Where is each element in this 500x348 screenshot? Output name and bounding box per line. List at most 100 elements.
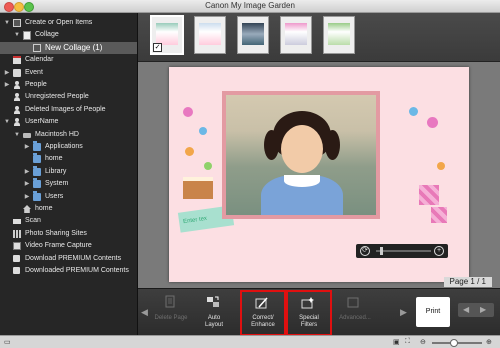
full-screen-icon[interactable]: ⛶ (405, 338, 410, 346)
sidebar-item-photo-sharing-sites[interactable]: Photo Sharing Sites (0, 228, 137, 240)
disclosure-collapsed-icon[interactable]: ▶ (4, 79, 10, 91)
advanced-label: Advanced... (339, 315, 371, 321)
special-filters-button[interactable]: Special Filters (286, 290, 332, 336)
sidebar-item-video-frame-capture[interactable]: Video Frame Capture (0, 240, 137, 252)
sidebar-item-new-collage-1[interactable]: New Collage (1) (0, 41, 137, 54)
person-icon (13, 105, 21, 114)
zoom-in-icon[interactable]: ⊕ (486, 338, 492, 346)
correct-enhance-button[interactable]: Correct/ Enhance (240, 290, 286, 336)
sidebar-item-unregistered-people[interactable]: Unregistered People (0, 91, 137, 103)
thumbnail-2[interactable] (194, 16, 226, 54)
view-mode-icon[interactable]: ▣ (393, 338, 400, 346)
disclosure-collapsed-icon[interactable]: ▶ (24, 178, 30, 190)
delete-page-button[interactable]: Delete Page (150, 293, 192, 333)
folder-icon (33, 141, 41, 151)
thumbnail-4[interactable] (280, 16, 312, 54)
disclosure-collapsed-icon[interactable]: ▶ (24, 141, 30, 153)
sidebar-item-home[interactable]: home (0, 153, 137, 165)
scroll-left-icon[interactable]: ◀ (141, 307, 148, 318)
sidebar-item-people[interactable]: ▶ People (0, 79, 137, 91)
house-icon (23, 205, 31, 213)
sidebar-item-scan[interactable]: Scan (0, 215, 137, 227)
download-icon (13, 267, 20, 274)
disclosure-collapsed-icon[interactable]: ▶ (4, 67, 10, 79)
thumbnail-image (285, 23, 307, 45)
flower-decoration (427, 117, 438, 128)
thumbnail-3[interactable] (237, 16, 269, 54)
display-size-slider-knob[interactable] (450, 339, 458, 347)
image-zoom-bar: ⟳ + (356, 244, 448, 258)
sidebar-item-event[interactable]: ▶ Event (0, 67, 137, 79)
previous-page-icon[interactable]: ◀ (463, 305, 469, 314)
display-size-slider[interactable] (432, 339, 482, 347)
sidebar-item-label: Calendar (25, 56, 54, 64)
sidebar-item-calendar[interactable]: Calendar (0, 54, 137, 66)
sidebar-item-applications[interactable]: ▶ Applications (0, 141, 137, 153)
sidebar-item-label: Users (45, 192, 64, 200)
scroll-right-icon[interactable]: ▶ (400, 307, 407, 318)
zoom-slider-knob[interactable] (380, 247, 383, 255)
advanced-icon (347, 297, 359, 308)
sidebar-item-users[interactable]: ▶ Users (0, 190, 137, 203)
toggle-sidebar-icon[interactable]: ▭ (4, 338, 11, 346)
sidebar-item-deleted-images-of-people[interactable]: Deleted Images of People (0, 104, 137, 116)
disclosure-expanded-icon[interactable]: ▼ (4, 116, 10, 128)
disclosure-collapsed-icon[interactable]: ▶ (24, 191, 30, 203)
delete-page-label: Delete Page (154, 315, 188, 321)
bottom-toolbar: ◀ Delete Page Auto Layout Correct/ Enhan… (138, 288, 500, 336)
advanced-button[interactable]: Advanced... (334, 293, 376, 333)
sidebar-item-label: Unregistered People (25, 93, 89, 101)
sidebar-item-label: Applications (45, 143, 83, 150)
folder-icon (33, 190, 41, 201)
sidebar-item-username[interactable]: ▼ UserName (0, 116, 137, 128)
print-button[interactable]: Print (416, 297, 450, 327)
sidebar-item-label: UserName (25, 118, 59, 126)
sidebar-item-macintosh-hd[interactable]: ▼ Macintosh HD (0, 129, 137, 141)
disclosure-expanded-icon[interactable]: ▼ (14, 29, 20, 41)
flower-decoration (437, 162, 445, 170)
rotate-icon[interactable]: ⟳ (360, 246, 370, 256)
thumbnail-5[interactable] (323, 16, 355, 54)
person-icon (13, 118, 21, 127)
zoom-in-icon[interactable]: + (434, 246, 444, 256)
auto-layout-button[interactable]: Auto Layout (193, 293, 235, 333)
page-nav-buttons: ◀ ▶ (458, 303, 494, 317)
disclosure-expanded-icon[interactable]: ▼ (14, 129, 20, 141)
sidebar-item-collage[interactable]: ▼ Collage (0, 29, 137, 41)
sidebar-item-system[interactable]: ▶ System (0, 178, 137, 190)
disclosure-collapsed-icon[interactable]: ▶ (24, 166, 30, 178)
sidebar-item-label: Collage (35, 31, 59, 39)
app-window: Canon My Image Garden ▼ Create or Open It… (0, 0, 500, 348)
edit-canvas: Enter tex ⟳ + Page 1 / 1 (138, 62, 500, 288)
sidebar-item-label: Create or Open Items (25, 19, 93, 26)
sidebar-item-library[interactable]: ▶ Library (0, 165, 137, 178)
next-page-icon[interactable]: ▶ (480, 305, 486, 314)
photo-subject (281, 125, 323, 173)
sidebar-item-home[interactable]: home (0, 203, 137, 215)
sidebar-item-label: home (35, 205, 53, 212)
person-icon (13, 81, 21, 89)
delete-page-icon (165, 295, 175, 308)
hdd-icon (23, 132, 31, 138)
sidebar-item-label: Deleted Images of People (25, 105, 106, 113)
sidebar-item-download-premium-contents[interactable]: Download PREMIUM Contents (0, 253, 137, 265)
check-icon[interactable]: ✓ (153, 43, 162, 52)
disclosure-expanded-icon[interactable]: ▼ (4, 17, 10, 29)
zoom-out-icon[interactable]: ⊖ (420, 338, 426, 346)
folder-icon (33, 178, 41, 189)
zoom-slider[interactable] (376, 250, 431, 252)
collage-photo[interactable] (222, 91, 380, 219)
sidebar-item-downloaded-premium-contents[interactable]: Downloaded PREMIUM Contents (0, 265, 137, 277)
sidebar-item-label: System (45, 180, 69, 188)
auto-layout-icon (207, 296, 219, 307)
scan-icon (13, 219, 21, 225)
doc-icon (23, 31, 31, 41)
sidebar-item-label: Scan (25, 217, 41, 225)
thumbnail-image (199, 23, 221, 45)
thumbnail-1[interactable]: ✓ (150, 15, 184, 55)
collage-page[interactable]: Enter tex ⟳ + (169, 67, 469, 282)
collage-icon (13, 19, 21, 27)
correct-enhance-label: Correct/ Enhance (251, 315, 275, 328)
sidebar-item-create-or-open-items[interactable]: ▼ Create or Open Items (0, 17, 137, 29)
photo-subject (325, 130, 340, 160)
